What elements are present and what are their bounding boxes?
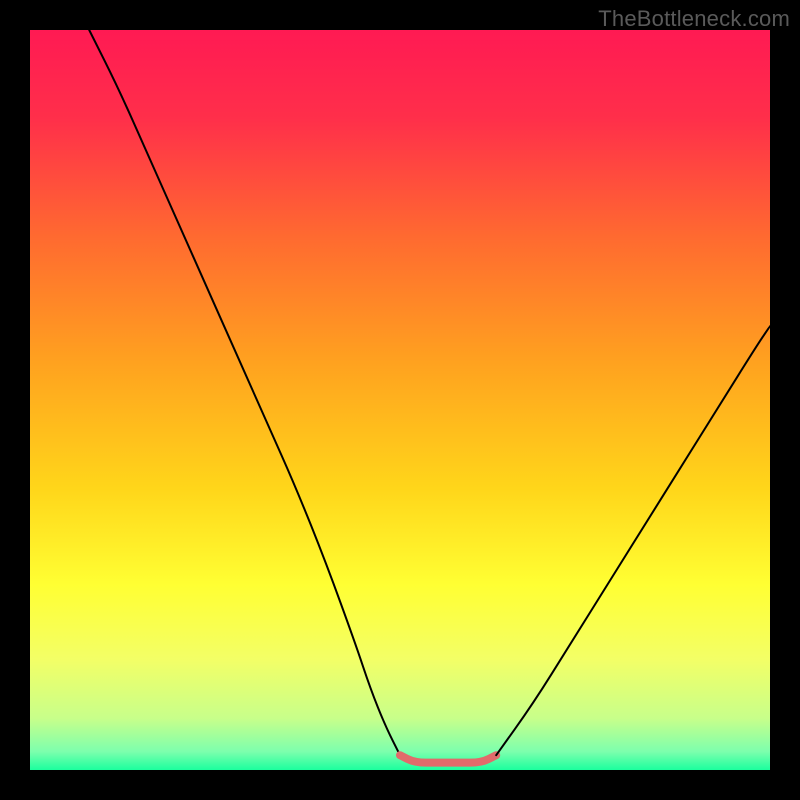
watermark-label: TheBottleneck.com bbox=[598, 6, 790, 32]
bottleneck-curve-chart bbox=[0, 0, 800, 800]
chart-frame: TheBottleneck.com bbox=[0, 0, 800, 800]
